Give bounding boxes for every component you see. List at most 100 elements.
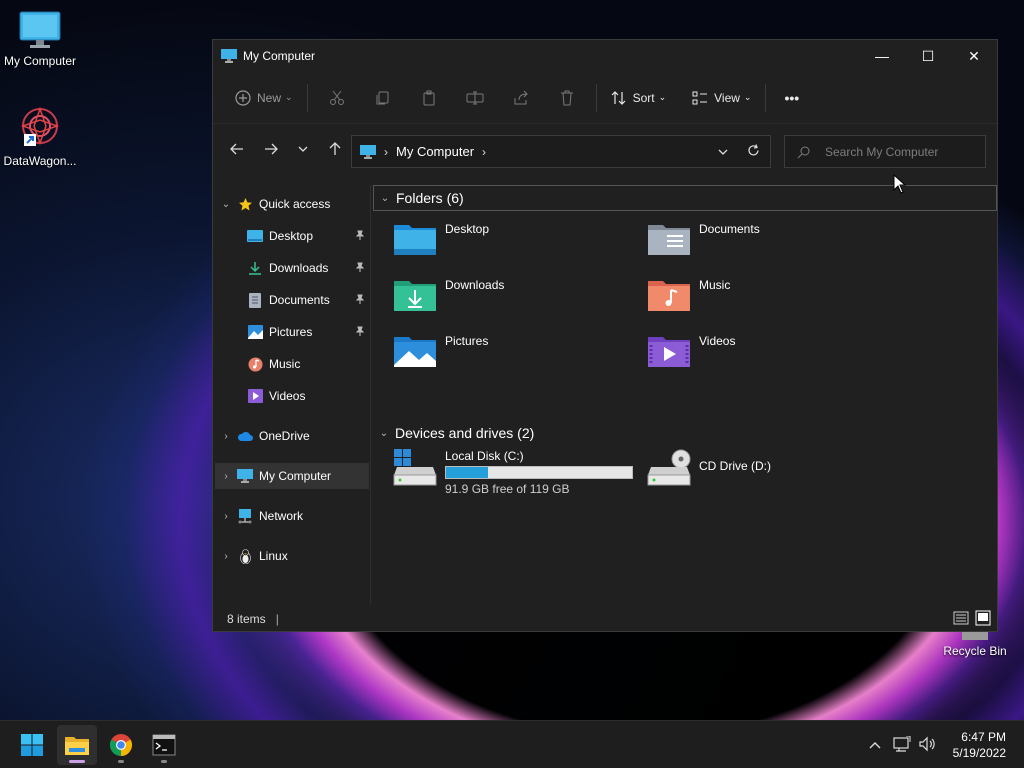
- delete-button[interactable]: [552, 81, 582, 115]
- file-list: ⌄ Folders (6) Desktop Documents Download…: [373, 185, 997, 605]
- recent-locations-button[interactable]: [287, 133, 319, 165]
- sidebar-item-label: Desktop: [269, 229, 314, 243]
- taskbar-app-terminal[interactable]: [144, 725, 184, 765]
- breadcrumb-separator: ›: [384, 144, 388, 159]
- desktop-icon-datawagon[interactable]: DataWagon...: [0, 106, 80, 168]
- folder-videos[interactable]: Videos: [647, 331, 887, 381]
- chevron-down-icon[interactable]: ⌄: [215, 199, 237, 210]
- sidebar-item-music[interactable]: Music: [215, 351, 369, 377]
- network-monitor-icon: [893, 735, 911, 752]
- download-arrow-icon: [247, 260, 263, 276]
- navigation-pane: ⌄ Quick access Desktop Downloads Documen…: [213, 185, 371, 605]
- item-count: 8 items: [227, 612, 266, 626]
- sort-button[interactable]: Sort ⌄: [603, 81, 675, 115]
- monitor-icon: [221, 49, 237, 63]
- folder-music[interactable]: Music: [647, 275, 887, 325]
- new-button[interactable]: New ⌄: [227, 81, 301, 115]
- clock[interactable]: 6:47 PM 5/19/2022: [941, 729, 1024, 761]
- cut-button[interactable]: [322, 81, 352, 115]
- start-button[interactable]: [12, 725, 52, 765]
- refresh-button[interactable]: [747, 144, 760, 160]
- share-button[interactable]: [506, 81, 536, 115]
- taskbar-app-chrome[interactable]: [101, 725, 141, 765]
- sidebar-item-label: OneDrive: [259, 429, 310, 443]
- sidebar-item-pictures[interactable]: Pictures: [215, 319, 369, 345]
- desktop-icon-my-computer[interactable]: My Computer: [0, 10, 80, 68]
- plus-circle-icon: [235, 89, 251, 106]
- folder-label: Music: [699, 278, 731, 292]
- chevron-right-icon[interactable]: ›: [215, 471, 237, 482]
- network-icon: [237, 508, 253, 524]
- copy-icon: [376, 91, 389, 104]
- folder-label: Documents: [699, 222, 760, 236]
- rename-button[interactable]: [460, 81, 490, 115]
- monitor-icon: [237, 468, 253, 484]
- sidebar-item-my-computer[interactable]: › My Computer: [215, 463, 369, 489]
- close-button[interactable]: ✕: [951, 40, 997, 72]
- drive-cd-d[interactable]: CD Drive (D:): [647, 449, 887, 499]
- chevron-down-icon[interactable]: ⌄: [373, 428, 395, 439]
- sidebar-item-network[interactable]: › Network: [215, 503, 369, 529]
- downloads-folder-icon: [394, 281, 436, 311]
- forward-button[interactable]: [255, 133, 287, 165]
- file-explorer-window[interactable]: My Computer — ☐ ✕ New ⌄ Sort ⌄ View ⌄ ••…: [212, 39, 998, 632]
- address-dropdown-button[interactable]: [718, 144, 728, 158]
- sidebar-item-documents[interactable]: Documents: [215, 287, 369, 313]
- address-bar[interactable]: › My Computer ›: [351, 135, 771, 168]
- title-bar[interactable]: My Computer — ☐ ✕: [213, 40, 997, 72]
- view-button[interactable]: View ⌄: [684, 81, 759, 115]
- folder-desktop[interactable]: Desktop: [393, 219, 633, 269]
- chevron-right-icon[interactable]: ›: [215, 511, 237, 522]
- drive-usage-bar: [445, 466, 633, 479]
- drive-local-disk-c[interactable]: Local Disk (C:) 91.9 GB free of 119 GB: [393, 449, 653, 499]
- minimize-button[interactable]: —: [859, 40, 905, 72]
- chevron-down-icon[interactable]: ⌄: [374, 193, 396, 204]
- tiles-view-button[interactable]: [975, 610, 991, 629]
- drive-name: CD Drive (D:): [699, 459, 771, 473]
- documents-folder-icon: [648, 225, 690, 255]
- sidebar-item-label: Quick access: [259, 197, 331, 211]
- copy-button[interactable]: [368, 81, 398, 115]
- maximize-button[interactable]: ☐: [905, 40, 951, 72]
- status-bar: 8 items |: [213, 607, 997, 631]
- tux-penguin-icon: [237, 548, 253, 564]
- taskbar-app-file-explorer[interactable]: [57, 725, 97, 765]
- folder-pictures[interactable]: Pictures: [393, 331, 633, 381]
- folder-documents[interactable]: Documents: [647, 219, 887, 269]
- more-options-button[interactable]: •••: [776, 81, 807, 115]
- pin-icon: [355, 262, 365, 275]
- folder-downloads[interactable]: Downloads: [393, 275, 633, 325]
- up-button[interactable]: [319, 133, 351, 165]
- sidebar-item-desktop[interactable]: Desktop: [215, 223, 369, 249]
- breadcrumb-my-computer[interactable]: My Computer: [396, 144, 474, 159]
- volume-button[interactable]: [915, 736, 941, 755]
- show-hidden-icons-button[interactable]: [861, 738, 889, 752]
- active-indicator: [69, 760, 85, 763]
- music-folder-icon: [648, 281, 690, 311]
- chrome-icon: [110, 734, 132, 756]
- sidebar-item-downloads[interactable]: Downloads: [215, 255, 369, 281]
- group-header-devices[interactable]: ⌄ Devices and drives (2): [373, 420, 997, 446]
- search-input[interactable]: Search My Computer: [784, 135, 986, 168]
- desktop-icon-label: DataWagon...: [3, 154, 77, 168]
- sidebar-item-videos[interactable]: Videos: [215, 383, 369, 409]
- clipboard-icon: [423, 90, 435, 105]
- drive-free-space: 91.9 GB free of 119 GB: [445, 482, 570, 496]
- folder-label: Desktop: [445, 222, 490, 236]
- sidebar-item-linux[interactable]: › Linux: [215, 543, 369, 569]
- chevron-down-icon: [718, 149, 728, 155]
- paste-button[interactable]: [414, 81, 444, 115]
- sidebar-item-onedrive[interactable]: › OneDrive: [215, 423, 369, 449]
- speaker-icon: [919, 736, 935, 751]
- details-view-button[interactable]: [953, 610, 969, 629]
- drive-name: Local Disk (C:): [445, 449, 524, 463]
- sidebar-item-quick-access[interactable]: ⌄ Quick access: [215, 191, 369, 217]
- clock-date: 5/19/2022: [952, 746, 1006, 760]
- videos-folder-icon: [648, 337, 690, 367]
- network-status-button[interactable]: [889, 735, 915, 755]
- chevron-right-icon[interactable]: ›: [215, 431, 237, 442]
- chevron-right-icon[interactable]: ›: [215, 551, 237, 562]
- trash-icon: [560, 90, 573, 105]
- back-button[interactable]: [221, 133, 253, 165]
- folder-label: Downloads: [445, 278, 505, 292]
